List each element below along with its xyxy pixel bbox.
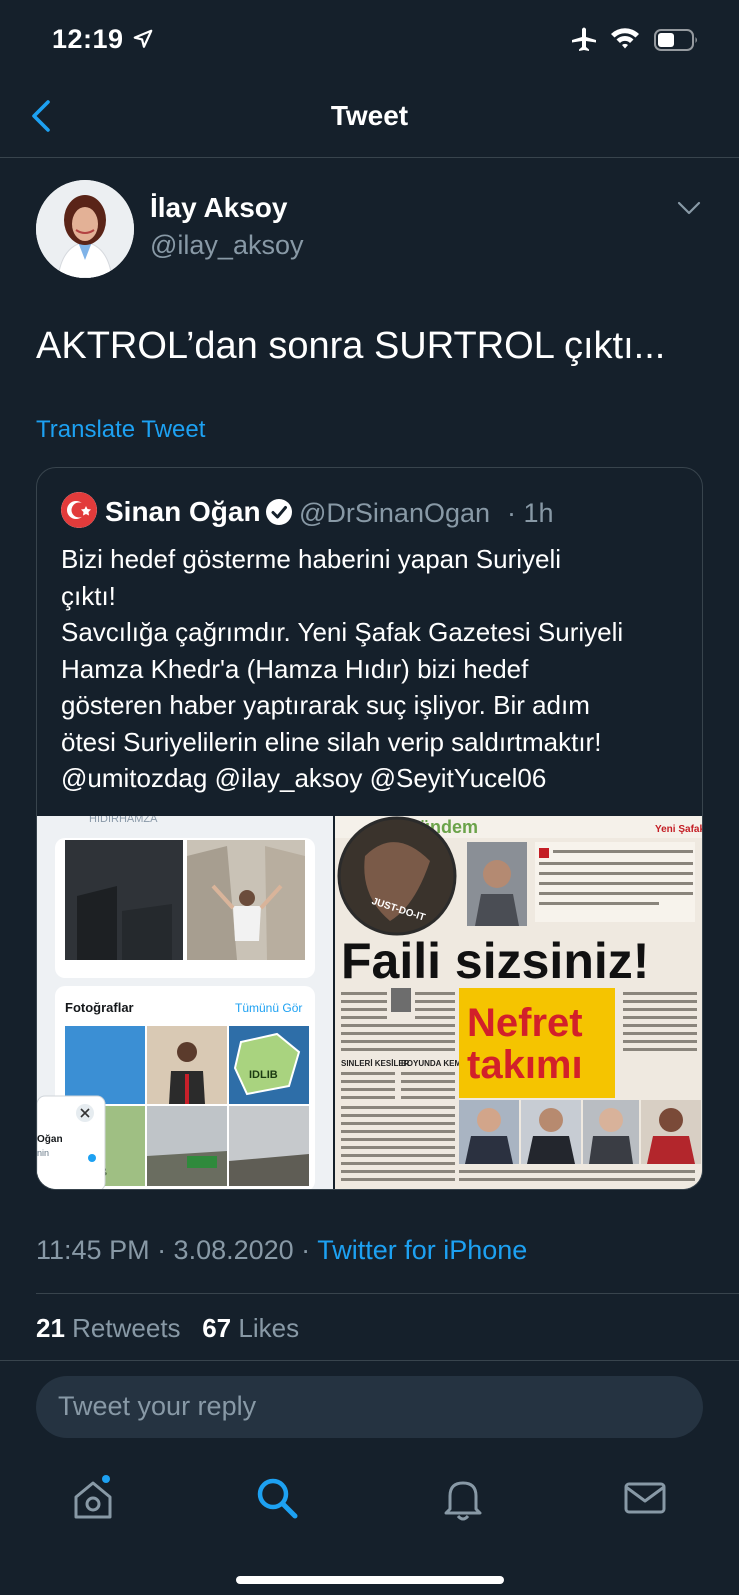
tweet-author[interactable]: İlay Aksoy @ilay_aksoy xyxy=(36,180,706,280)
likes-stat[interactable]: 67 Likes xyxy=(202,1313,299,1343)
home-icon[interactable] xyxy=(68,1473,118,1523)
notifications-bell-icon[interactable] xyxy=(438,1473,488,1523)
likes-count: 67 xyxy=(202,1313,232,1343)
retweets-label: Retweets xyxy=(72,1313,181,1343)
newspaper-col-heading-1: SINLERİ KESİLER xyxy=(341,1059,410,1068)
quoted-media[interactable]: HIDIRHAMZA Fotoğraflar Tümünü Gör IDLIB … xyxy=(37,816,703,1189)
wifi-icon xyxy=(611,28,639,49)
quoted-author-name: Sinan Oğan xyxy=(105,496,261,527)
media-left-see-all: Tümünü Gör xyxy=(235,1001,302,1015)
tweet-stats: 21 Retweets 67 Likes xyxy=(36,1313,299,1344)
tweet-source-link[interactable]: Twitter for iPhone xyxy=(317,1235,527,1265)
media-left-popup-sub: nin xyxy=(37,1148,49,1158)
quoted-text-line: Savcılığa çağrımdır. Yeni Şafak Gazetesi… xyxy=(61,617,624,647)
tweet-time: 11:45 PM · 3.08.2020 · xyxy=(36,1235,318,1265)
messages-mail-icon[interactable] xyxy=(620,1473,670,1523)
likes-label: Likes xyxy=(238,1313,300,1343)
reply-input[interactable]: Tweet your reply xyxy=(36,1376,703,1438)
divider xyxy=(36,1293,739,1294)
quoted-tweet-text: Bizi hedef gösterme haberini yapan Suriy… xyxy=(61,541,691,797)
location-arrow-icon xyxy=(133,29,153,48)
tweet-timestamp: 11:45 PM · 3.08.2020 · Twitter for iPhon… xyxy=(36,1235,527,1266)
quoted-timestamp: · 1h xyxy=(507,498,554,528)
tab-bar xyxy=(0,1455,739,1595)
quoted-author-avatar xyxy=(61,492,97,528)
quoted-text-line: Hamza Khedr'a (Hamza Hıdır) bizi hedef xyxy=(61,653,529,684)
search-icon[interactable] xyxy=(252,1473,302,1523)
newspaper-sub-headline-2: takımı xyxy=(467,1043,583,1087)
media-left-popup-name: Oğan xyxy=(37,1134,63,1145)
reply-placeholder: Tweet your reply xyxy=(58,1391,257,1421)
page-title: Tweet xyxy=(330,100,409,131)
battery-icon xyxy=(654,29,697,51)
media-left-header: HIDIRHAMZA xyxy=(89,816,158,825)
author-avatar[interactable] xyxy=(36,180,134,278)
quoted-tweet[interactable]: Sinan Oğan @DrSinanOgan · 1h Bizi hedef … xyxy=(36,467,703,1190)
quoted-text-line: ötesi Suriyelilerin eline silah verip sa… xyxy=(61,726,602,757)
verified-badge-icon xyxy=(266,499,292,525)
translate-tweet-link[interactable]: Translate Tweet xyxy=(36,416,205,444)
airplane-mode-icon xyxy=(572,27,596,51)
newspaper-headline: Faili sizsiniz! xyxy=(341,933,649,989)
media-image-newspaper[interactable]: Gündem Yeni Şafak JUST-DO-IT Faili sizsi… xyxy=(335,816,703,1189)
media-left-photos-label: Fotoğraflar xyxy=(65,1000,134,1015)
author-handle: @ilay_aksoy xyxy=(150,230,304,260)
media-image-profile-screenshot[interactable]: HIDIRHAMZA Fotoğraflar Tümünü Gör IDLIB … xyxy=(37,816,333,1189)
retweets-count: 21 xyxy=(36,1313,65,1343)
retweets-stat[interactable]: 21 Retweets xyxy=(36,1313,181,1343)
chevron-down-icon[interactable] xyxy=(676,198,702,218)
nav-header: Tweet xyxy=(0,80,739,158)
home-indicator xyxy=(236,1576,504,1584)
quoted-text-line: gösteren haber yaptırarak suç işliyor. B… xyxy=(61,690,590,720)
quoted-text-line: Bizi hedef gösterme haberini yapan Suriy… xyxy=(61,544,562,574)
newspaper-name: Yeni Şafak xyxy=(655,824,703,835)
quoted-mentions: @umitozdag @ilay_aksoy @SeyitYucel06 xyxy=(61,763,547,793)
author-name: İlay Aksoy xyxy=(150,192,288,223)
status-time: 12:19 xyxy=(52,24,124,54)
quoted-author-handle: @DrSinanOgan xyxy=(299,498,491,528)
divider xyxy=(0,1360,739,1361)
tweet-text: AKTROL’dan sonra SURTROL çıktı... xyxy=(36,325,666,367)
quoted-text-line: çıktı! xyxy=(61,580,116,611)
newspaper-sub-headline-1: Nefret xyxy=(467,1001,583,1045)
media-left-map-label: IDLIB xyxy=(249,1069,278,1081)
status-bar: 12:19 xyxy=(0,0,739,80)
